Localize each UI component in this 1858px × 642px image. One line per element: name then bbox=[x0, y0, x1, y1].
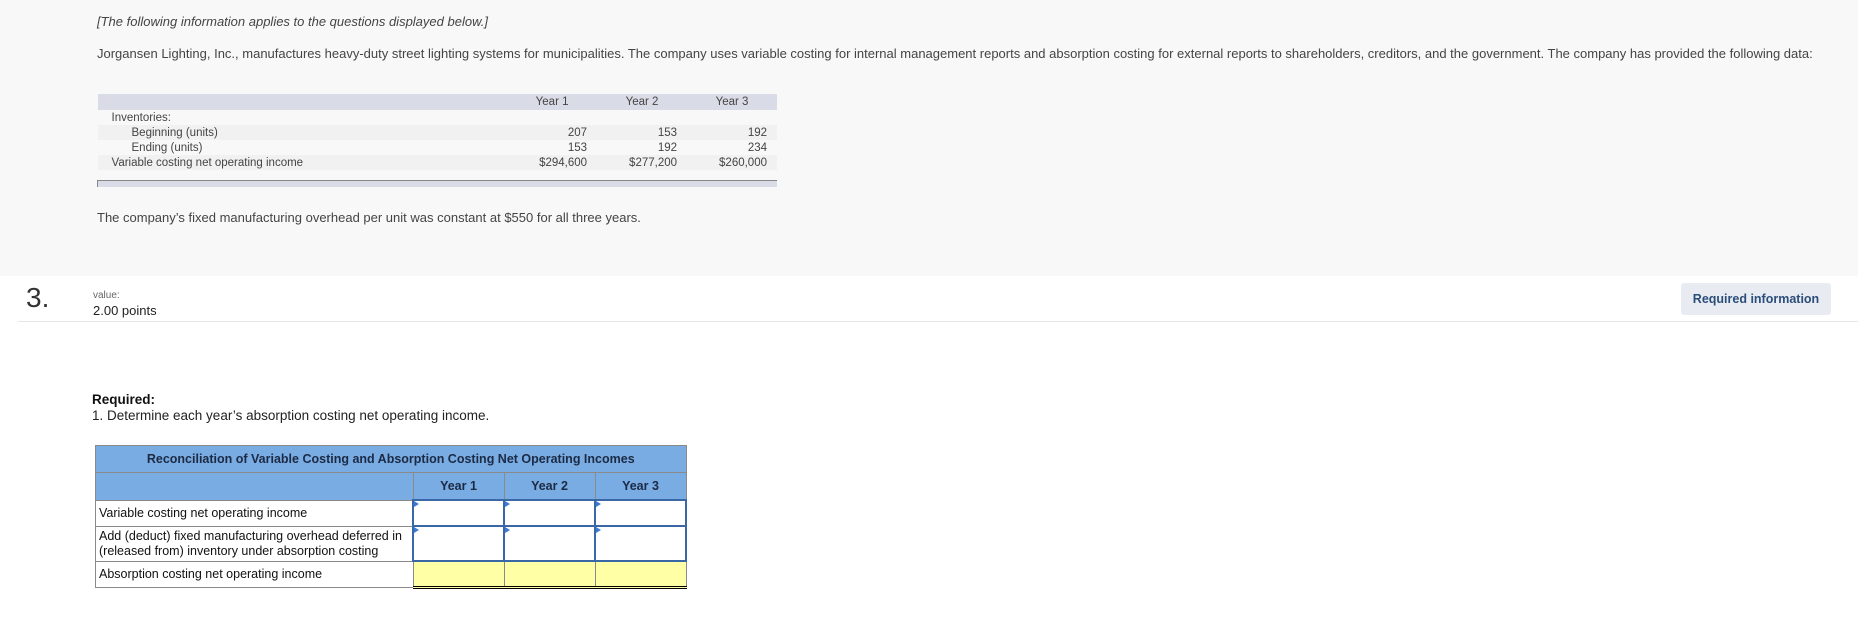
variable-income-year-3-cell[interactable] bbox=[594, 499, 687, 527]
overhead-adjustment-year-3-input[interactable] bbox=[599, 526, 686, 561]
variable-income-year-1-input[interactable] bbox=[417, 500, 504, 526]
information-panel: [The following information applies to th… bbox=[0, 0, 1858, 276]
header-empty bbox=[97, 94, 508, 110]
input-marker-icon bbox=[505, 527, 510, 533]
reconciliation-header-row: Year 1 Year 2 Year 3 bbox=[95, 472, 687, 501]
cell-value: 153 bbox=[567, 141, 588, 154]
header-year-3: Year 3 bbox=[687, 94, 777, 110]
table-row: Add (deduct) fixed manufacturing overhea… bbox=[95, 525, 687, 562]
absorption-income-year-3 bbox=[594, 560, 687, 589]
reconciliation-table: Reconciliation of Variable Costing and A… bbox=[95, 445, 687, 589]
header-empty bbox=[95, 472, 414, 501]
row-label: Add (deduct) fixed manufacturing overhea… bbox=[95, 525, 414, 562]
variable-income-year-3-input[interactable] bbox=[599, 500, 686, 526]
header-year-1: Year 1 bbox=[507, 94, 598, 110]
absorption-income-year-1 bbox=[412, 560, 505, 589]
input-marker-icon bbox=[414, 527, 419, 533]
input-marker-icon bbox=[596, 527, 601, 533]
header-year-2: Year 2 bbox=[503, 472, 596, 501]
row-label: Variable costing net operating income bbox=[95, 499, 414, 527]
divider bbox=[18, 321, 1858, 322]
cell-value: $260,000 bbox=[687, 155, 777, 170]
table-header-row: Year 1 Year 2 Year 3 bbox=[97, 94, 777, 110]
variable-income-year-1-cell[interactable] bbox=[412, 499, 505, 527]
table-footer-bar bbox=[97, 180, 777, 187]
input-marker-icon bbox=[505, 501, 510, 507]
cell-value bbox=[687, 110, 777, 125]
problem-description: Jorgansen Lighting, Inc., manufactures h… bbox=[97, 46, 1813, 61]
table-row: Variable costing net operating income bbox=[95, 499, 687, 527]
cell-value: $277,200 bbox=[597, 155, 688, 170]
overhead-adjustment-year-1-input[interactable] bbox=[417, 526, 504, 561]
cell-value: 192 bbox=[657, 141, 678, 154]
question-value-label: value: bbox=[93, 290, 120, 301]
cell-value: 234 bbox=[747, 141, 767, 154]
spacer-row bbox=[98, 170, 778, 181]
reconciliation-title: Reconciliation of Variable Costing and A… bbox=[95, 445, 687, 473]
cell-value: 153 bbox=[597, 125, 688, 140]
row-label: Beginning (units) bbox=[97, 125, 508, 140]
info-note: [The following information applies to th… bbox=[97, 14, 488, 29]
input-marker-icon bbox=[414, 501, 419, 507]
required-information-button[interactable]: Required information bbox=[1681, 283, 1831, 315]
header-year-1: Year 1 bbox=[412, 472, 505, 501]
table-row: Beginning (units) 207 153 192 bbox=[97, 125, 777, 140]
row-label: Absorption costing net operating income bbox=[95, 560, 414, 588]
row-label: Ending (units) bbox=[131, 141, 203, 154]
required-heading: Required: bbox=[92, 392, 156, 407]
overhead-adjustment-year-3-cell[interactable] bbox=[594, 525, 687, 562]
table-row: Inventories: bbox=[98, 110, 778, 125]
required-item-1: 1. Determine each year’s absorption cost… bbox=[92, 408, 490, 423]
overhead-adjustment-year-1-cell[interactable] bbox=[412, 525, 505, 562]
cell-value bbox=[597, 110, 687, 125]
variable-income-year-2-cell[interactable] bbox=[503, 499, 596, 527]
table-row: Variable costing net operating income $2… bbox=[97, 155, 777, 170]
header-year-3: Year 3 bbox=[594, 472, 687, 501]
table-row: Absorption costing net operating income bbox=[95, 560, 687, 589]
absorption-income-year-2 bbox=[503, 560, 596, 589]
cell-value: $294,600 bbox=[507, 155, 598, 170]
reconciliation-title-row: Reconciliation of Variable Costing and A… bbox=[95, 445, 687, 473]
overhead-adjustment-year-2-cell[interactable] bbox=[503, 525, 596, 562]
row-label: Inventories: bbox=[111, 111, 171, 124]
overhead-note: The company’s fixed manufacturing overhe… bbox=[97, 210, 641, 225]
row-label: Variable costing net operating income bbox=[97, 155, 508, 170]
cell-value: 192 bbox=[687, 125, 777, 140]
input-marker-icon bbox=[596, 501, 601, 507]
given-data-table: Year 1 Year 2 Year 3 Inventories: Beginn… bbox=[97, 94, 777, 187]
table-row: Ending (units) 153 192 234 bbox=[98, 140, 778, 155]
question-number: 3. bbox=[26, 282, 50, 313]
variable-income-year-2-input[interactable] bbox=[508, 500, 595, 526]
question-points: 2.00 points bbox=[93, 303, 157, 318]
overhead-adjustment-year-2-input[interactable] bbox=[508, 526, 595, 561]
header-year-2: Year 2 bbox=[597, 94, 688, 110]
cell-value bbox=[507, 110, 597, 125]
cell-value: 207 bbox=[507, 125, 598, 140]
